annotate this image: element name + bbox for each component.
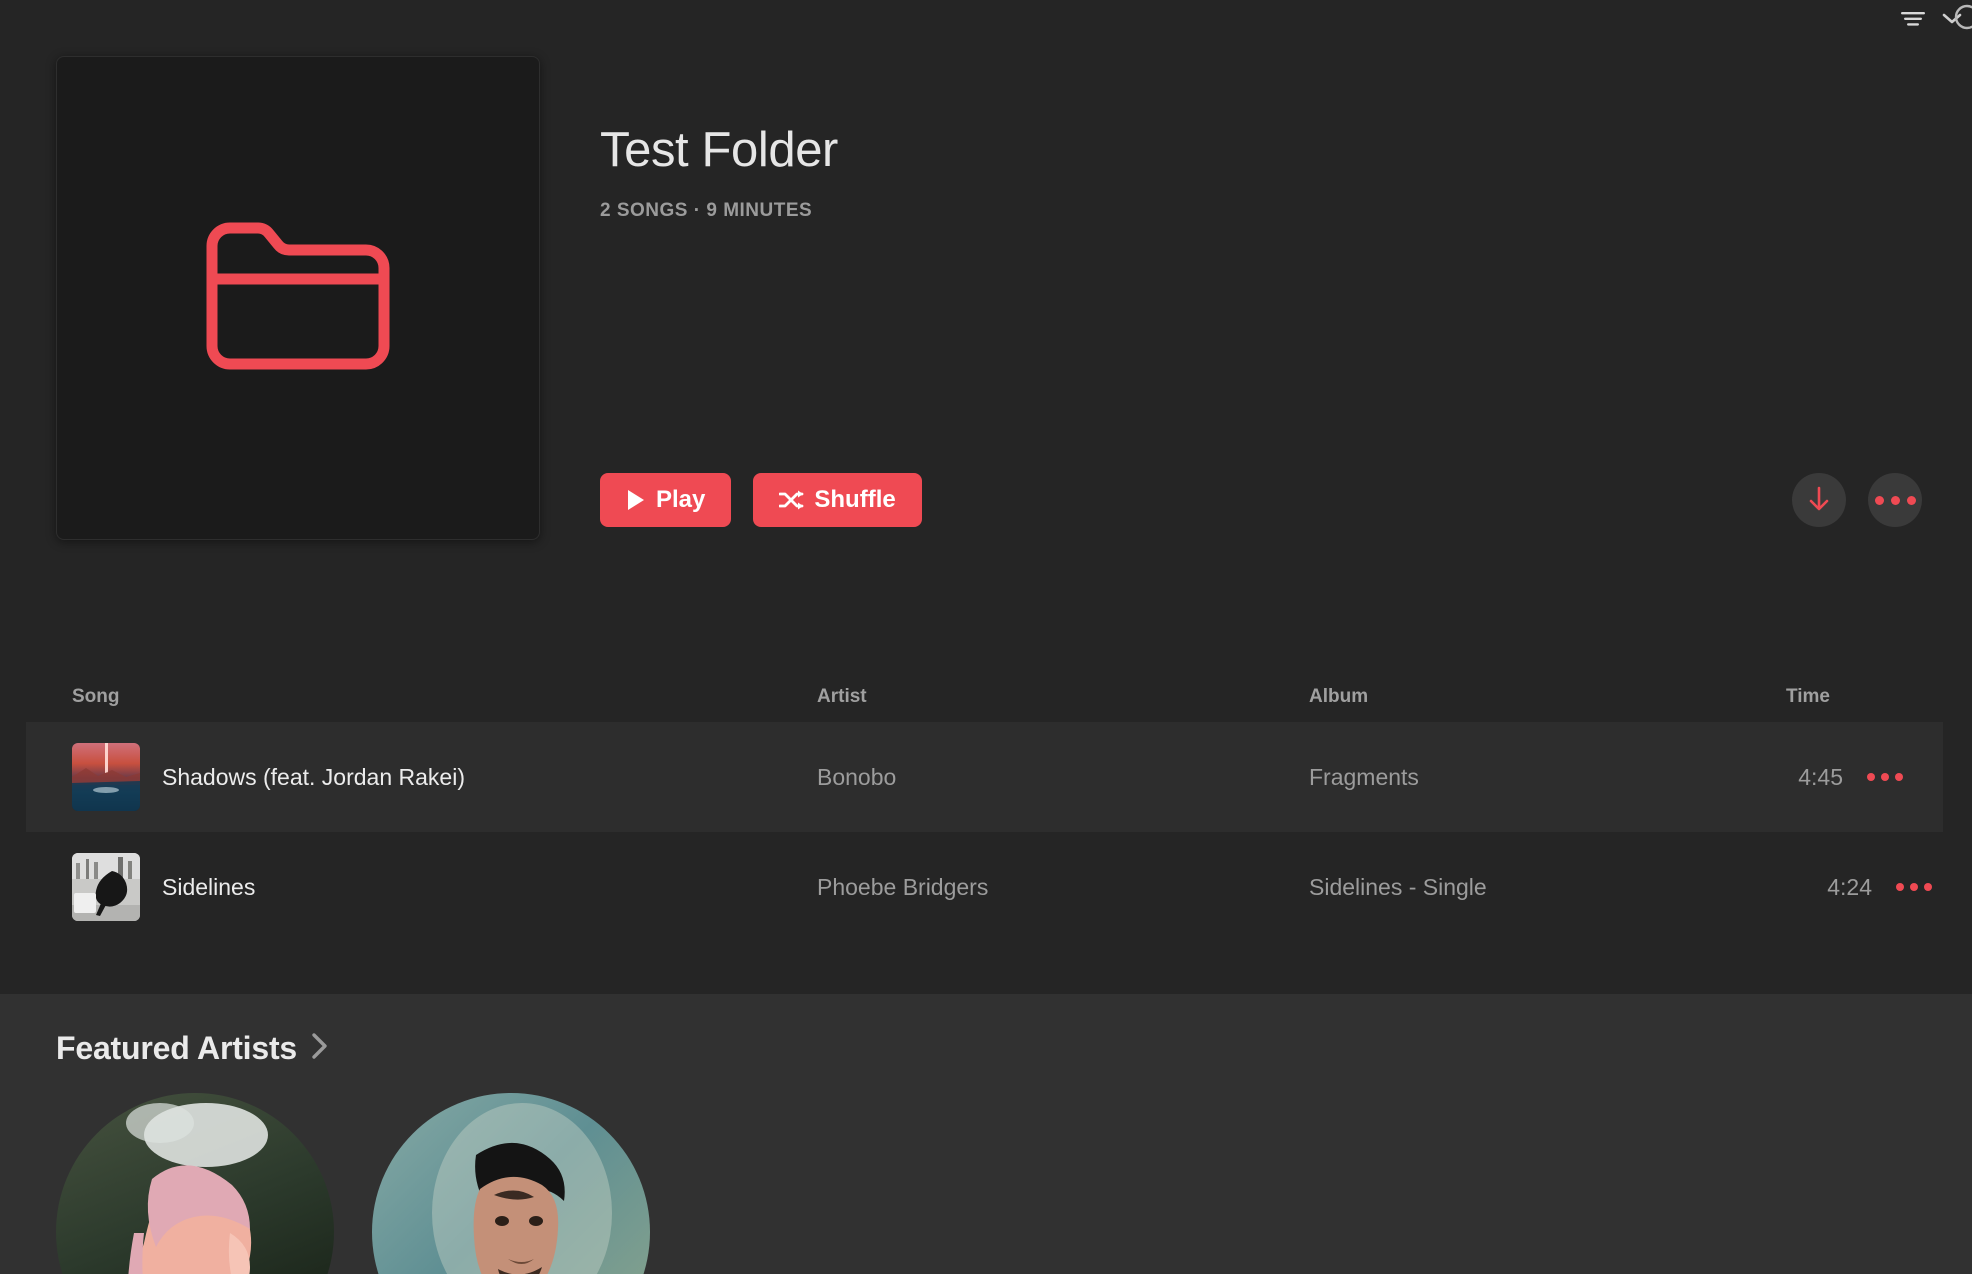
page-title: Test Folder [600,123,838,177]
play-icon [626,489,646,511]
table-header-row: Song Artist Album Time [0,672,1972,722]
track-artwork [72,743,140,811]
shuffle-icon [779,489,804,511]
search-icon[interactable] [1952,2,1972,41]
song-cell: Sidelines [72,853,817,921]
folder-info: Test Folder 2 SONGS · 9 MINUTES [600,123,838,222]
music-library-folder-view: Test Folder 2 SONGS · 9 MINUTES Play Shu… [0,0,1972,1274]
album-name: Sidelines - Single [1309,873,1487,900]
folder-hero: Test Folder 2 SONGS · 9 MINUTES [0,44,1972,540]
track-duration: 4:24 [1827,873,1872,900]
download-button[interactable] [1792,473,1846,527]
table-row[interactable]: Shadows (feat. Jordan Rakei) Bonobo Frag… [26,722,1943,832]
featured-artists-section: Featured Artists [0,994,1972,1274]
column-header-time[interactable]: Time [1786,686,1932,708]
featured-artists-list [56,1093,1972,1274]
folder-meta: 2 SONGS · 9 MINUTES [600,199,813,221]
row-more-options-icon[interactable] [1867,773,1903,781]
secondary-actions [1792,473,1922,527]
track-duration: 4:45 [1798,763,1843,790]
track-artwork [72,853,140,921]
folder-icon [198,208,398,389]
sort-filter-icon[interactable] [1900,10,1926,33]
top-toolbar [0,0,1972,42]
play-button-label: Play [656,486,706,513]
shuffle-button-label: Shuffle [814,486,896,513]
chevron-right-icon[interactable] [311,1032,329,1065]
more-options-icon [1874,495,1916,505]
avatar[interactable] [56,1093,334,1274]
play-button[interactable]: Play [600,473,732,527]
artist-name: Bonobo [817,763,897,790]
column-header-song[interactable]: Song [72,686,817,708]
primary-actions: Play Shuffle [600,473,922,527]
column-header-album[interactable]: Album [1309,686,1786,708]
song-title: Shadows (feat. Jordan Rakei) [162,763,465,790]
album-name: Fragments [1309,763,1419,790]
song-title: Sidelines [162,873,256,900]
time-cell: 4:24 [1786,874,1932,901]
column-header-artist[interactable]: Artist [817,686,1309,708]
time-cell: 4:45 [1786,764,1903,791]
featured-artists-title: Featured Artists [56,1030,298,1066]
song-cell: Shadows (feat. Jordan Rakei) [72,743,817,811]
table-row[interactable]: Sidelines Phoebe Bridgers Sidelines - Si… [0,832,1972,942]
toolbar-controls [1900,4,1972,33]
featured-artists-header[interactable]: Featured Artists [56,1030,1972,1067]
shuffle-button[interactable]: Shuffle [753,473,922,527]
row-more-options-icon[interactable] [1896,883,1932,891]
folder-artwork [56,56,540,540]
avatar[interactable] [372,1093,650,1274]
artist-name: Phoebe Bridgers [817,873,989,900]
download-arrow-icon [1808,485,1830,516]
more-options-button[interactable] [1868,473,1922,527]
track-table: Song Artist Album Time Shadows (feat. Jo… [0,672,1972,942]
